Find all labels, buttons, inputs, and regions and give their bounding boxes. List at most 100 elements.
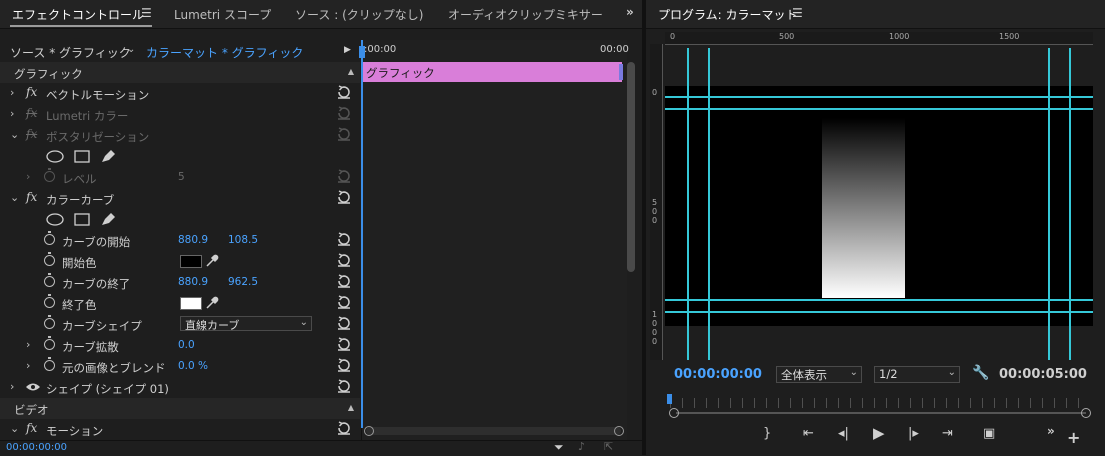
expand-chevron-icon[interactable]: › (10, 380, 14, 393)
fx-disabled-icon[interactable]: fx (26, 127, 37, 141)
curve-start-y[interactable]: 108.5 (228, 234, 258, 246)
collapse-chevron-icon[interactable]: ⌄ (10, 191, 19, 204)
blend-value[interactable]: 0.0 % (178, 360, 208, 372)
step-back-icon[interactable]: ◂| (838, 426, 849, 441)
row-shape[interactable]: › シェイプ (シェイプ 01) (0, 377, 360, 398)
curve-start-x[interactable]: 880.9 (178, 234, 208, 246)
chevron-down-icon[interactable]: ⌄ (127, 44, 135, 55)
go-to-out-icon[interactable]: ⇥ (942, 426, 953, 441)
stopwatch-icon[interactable] (44, 294, 55, 308)
expand-chevron-icon[interactable]: › (10, 107, 14, 120)
go-to-in-icon[interactable]: ⇤ (803, 426, 814, 441)
fx-disabled-icon[interactable]: fx (26, 106, 37, 120)
curve-end-y[interactable]: 962.5 (228, 276, 258, 288)
horizontal-scrollbar[interactable] (366, 427, 621, 435)
guide-line-vertical[interactable] (1069, 48, 1071, 360)
row-lumetri-color[interactable]: › fx Lumetri カラー (0, 104, 360, 125)
filter-icon[interactable]: ⏷ (554, 440, 564, 455)
export-frame-icon[interactable]: ▣ (983, 426, 995, 441)
rectangle-mask-icon[interactable] (74, 213, 90, 226)
overflow-tabs-icon[interactable]: » (626, 5, 634, 19)
fx-icon[interactable]: fx (26, 421, 37, 435)
row-color-curve[interactable]: ⌄ fx カラーカーブ (0, 188, 360, 209)
expand-chevron-icon[interactable]: › (26, 338, 30, 351)
row-end-color[interactable]: 終了色 (0, 293, 360, 314)
program-title[interactable]: プログラム: カラーマット (658, 6, 798, 23)
timeline-playhead[interactable] (361, 40, 363, 428)
collapse-chevron-icon[interactable]: ⌄ (10, 422, 19, 435)
stopwatch-icon[interactable] (44, 252, 55, 266)
expand-chevron-icon[interactable]: › (10, 86, 14, 99)
reset-icon[interactable] (336, 273, 352, 289)
rectangle-mask-icon[interactable] (74, 150, 90, 163)
tab-lumetri-scopes[interactable]: Lumetri スコープ (174, 6, 271, 23)
guide-line-horizontal[interactable] (665, 96, 1093, 98)
pen-mask-icon[interactable] (100, 212, 116, 227)
guide-line-horizontal[interactable] (665, 311, 1093, 313)
row-level[interactable]: › レベル 5 (0, 167, 360, 188)
reset-icon[interactable] (336, 357, 352, 373)
row-vector-motion[interactable]: › fx ベクトルモーション (0, 83, 360, 104)
fx-icon[interactable]: fx (26, 85, 37, 99)
row-curve-shape[interactable]: カーブシェイプ 直線カーブ ⌄ (0, 314, 360, 335)
audio-scrub-icon[interactable]: ♪ (578, 440, 585, 453)
clip-label[interactable]: カラーマット * グラフィック (146, 44, 303, 61)
reset-icon[interactable] (336, 189, 352, 205)
gradient-shape[interactable] (822, 118, 905, 298)
collapse-section-icon[interactable]: ▲ (348, 67, 354, 76)
stopwatch-icon[interactable] (44, 231, 55, 245)
mark-out-icon[interactable]: } (763, 426, 771, 441)
guide-line-vertical[interactable] (687, 48, 689, 360)
play-only-icon[interactable]: ▶ (344, 45, 351, 55)
reset-icon[interactable] (336, 84, 352, 100)
scroll-handle-left[interactable] (364, 426, 374, 436)
fx-icon[interactable]: fx (26, 190, 37, 204)
ellipse-mask-icon[interactable] (46, 213, 64, 226)
panel-menu-icon[interactable]: ☰ (792, 6, 803, 20)
guide-line-vertical[interactable] (708, 48, 710, 360)
curve-end-x[interactable]: 880.9 (178, 276, 208, 288)
collapse-section-icon[interactable]: ▲ (348, 403, 354, 412)
reset-icon[interactable] (336, 252, 352, 268)
panel-menu-icon[interactable]: ☰ (141, 6, 152, 20)
stopwatch-icon[interactable] (44, 273, 55, 287)
row-start-color[interactable]: 開始色 (0, 251, 360, 272)
eye-visibility-icon[interactable] (25, 382, 41, 392)
overflow-buttons-icon[interactable]: » (1047, 424, 1055, 438)
playhead-marker[interactable] (667, 394, 672, 404)
export-icon[interactable]: ⇱ (604, 440, 613, 453)
start-color-swatch[interactable] (180, 255, 202, 268)
ellipse-mask-icon[interactable] (46, 150, 64, 163)
scrubber-track[interactable] (676, 412, 1086, 414)
stopwatch-icon[interactable] (44, 336, 55, 350)
pen-mask-icon[interactable] (100, 149, 116, 164)
step-forward-icon[interactable]: |▸ (908, 426, 919, 441)
row-curve-start[interactable]: カーブの開始 880.9 108.5 (0, 230, 360, 251)
expand-chevron-icon[interactable]: › (26, 359, 30, 372)
stopwatch-icon[interactable] (44, 315, 55, 329)
tab-effect-controls[interactable]: エフェクトコントロール (12, 6, 144, 23)
reset-icon[interactable] (336, 231, 352, 247)
button-editor-add-icon[interactable]: + (1067, 428, 1080, 447)
resolution-select[interactable]: 1/2 ⌄ (874, 366, 960, 383)
scrubber-handle-right[interactable] (1081, 408, 1091, 418)
reset-icon[interactable] (336, 378, 352, 394)
reset-icon[interactable] (336, 294, 352, 310)
guide-line-horizontal[interactable] (665, 108, 1093, 110)
play-icon[interactable]: ▶ (873, 424, 885, 442)
wrench-settings-icon[interactable]: 🔧 (972, 365, 989, 381)
row-curve-spread[interactable]: › カーブ拡散 0.0 (0, 335, 360, 356)
stopwatch-icon[interactable] (44, 168, 55, 182)
tab-source[interactable]: ソース : (クリップなし) (295, 6, 423, 23)
time-ruler[interactable] (670, 398, 1090, 408)
curve-shape-select[interactable]: 直線カーブ ⌄ (180, 316, 312, 332)
eyedropper-icon[interactable] (205, 296, 219, 310)
level-value[interactable]: 5 (178, 171, 185, 183)
scroll-handle-right[interactable] (614, 426, 624, 436)
reset-icon[interactable] (336, 420, 352, 436)
row-blend[interactable]: › 元の画像とブレンド 0.0 % (0, 356, 360, 377)
stopwatch-icon[interactable] (44, 357, 55, 371)
timeline-clip-end-handle[interactable] (619, 64, 623, 80)
tab-audio-clip-mixer[interactable]: オーディオクリップミキサー : カ (448, 6, 603, 23)
expand-chevron-icon[interactable]: › (26, 170, 30, 183)
